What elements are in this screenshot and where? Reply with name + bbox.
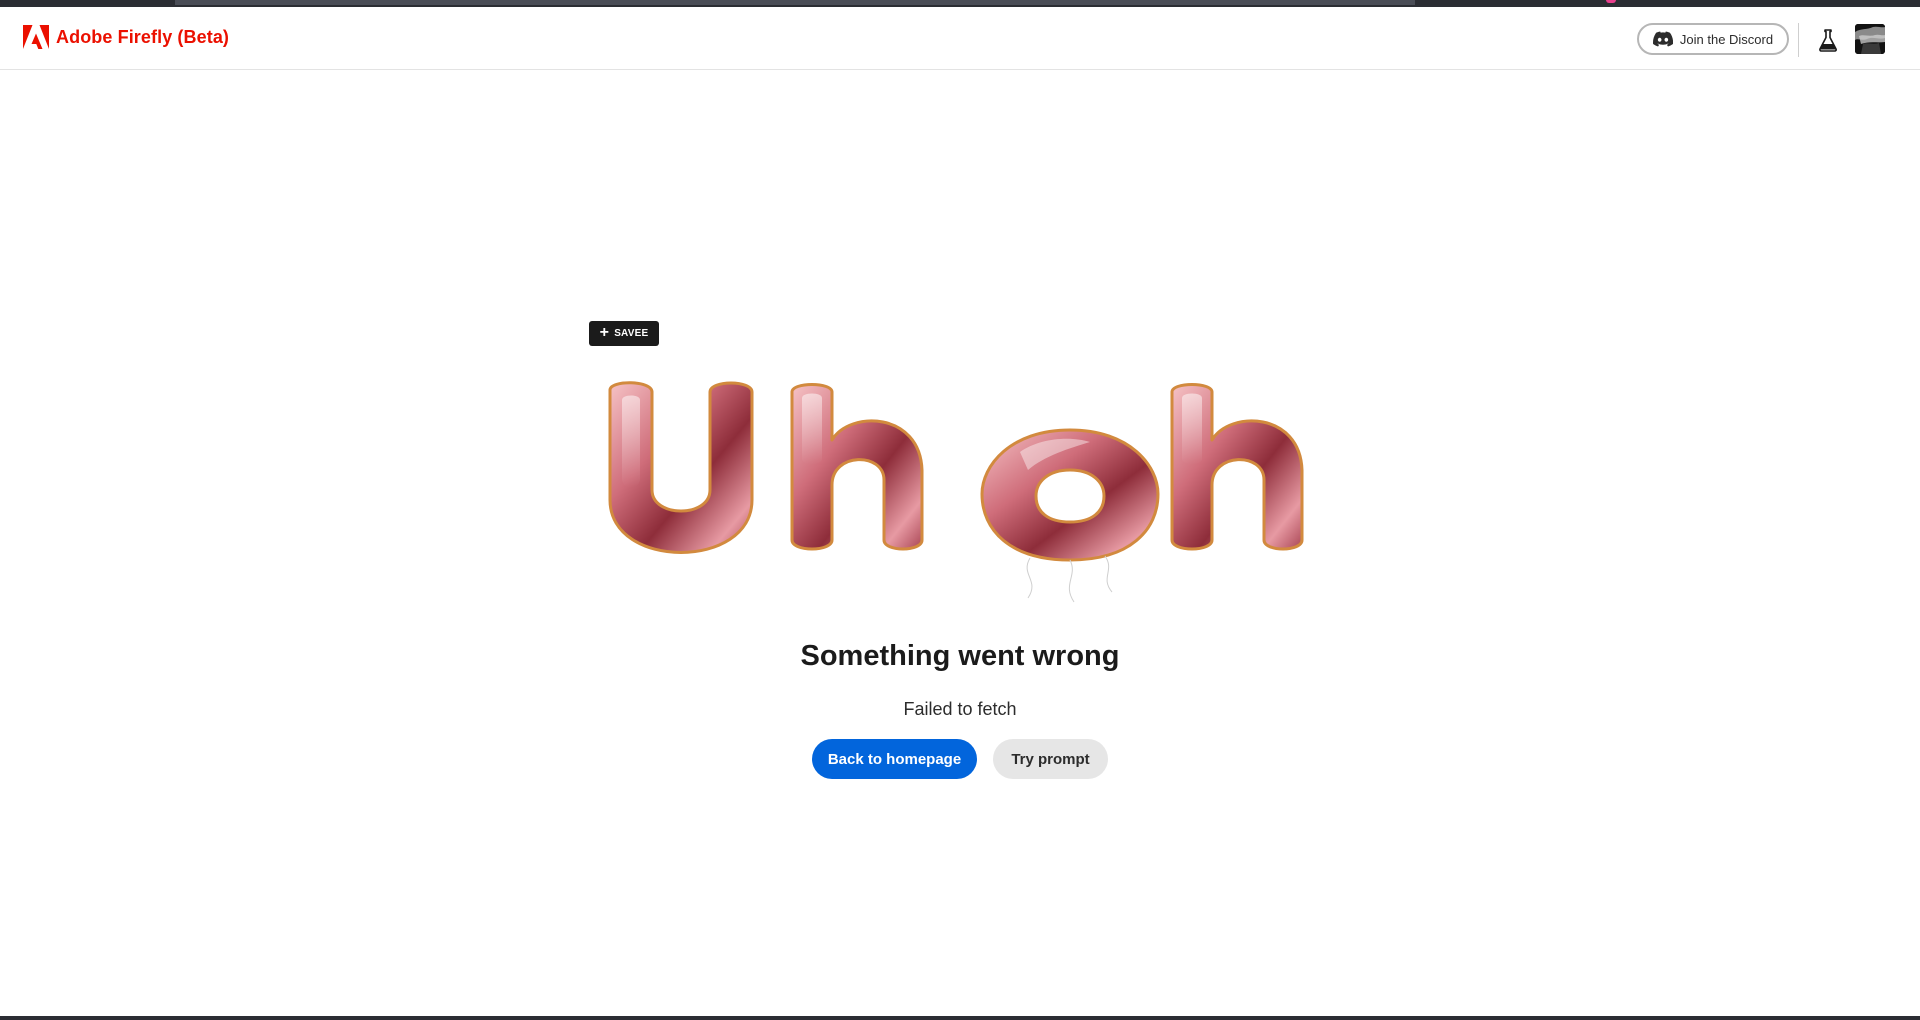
uh-oh-balloon-illustration <box>608 381 1304 603</box>
avatar-image <box>1855 24 1885 54</box>
tab-indicator <box>1606 0 1616 3</box>
browser-bottom-strip <box>0 1016 1920 1020</box>
join-discord-label: Join the Discord <box>1679 31 1774 47</box>
try-prompt-button[interactable]: Try prompt <box>993 739 1108 779</box>
adobe-logo-icon <box>23 25 49 49</box>
back-to-homepage-button[interactable]: Back to homepage <box>812 739 977 779</box>
browser-top-strip <box>0 0 1920 7</box>
user-avatar[interactable] <box>1855 24 1885 54</box>
join-discord-button[interactable]: Join the Discord <box>1637 23 1789 55</box>
error-actions: Back to homepage Try prompt <box>812 739 1108 779</box>
savee-label: SAVEE <box>614 328 649 339</box>
flask-icon[interactable] <box>1818 28 1838 52</box>
plus-icon: + <box>599 324 610 341</box>
error-message: Failed to fetch <box>903 699 1017 719</box>
brand[interactable]: Adobe Firefly (Beta) <box>23 25 229 49</box>
error-title: Something went wrong <box>800 640 1120 672</box>
browser-tab-highlight <box>175 0 1415 5</box>
brand-name: Adobe Firefly (Beta) <box>56 26 230 47</box>
app-header: Adobe Firefly (Beta) Join the Discord <box>0 7 1920 70</box>
header-divider <box>1798 23 1799 57</box>
discord-icon <box>1652 31 1673 47</box>
savee-button[interactable]: + SAVEE <box>589 321 659 346</box>
